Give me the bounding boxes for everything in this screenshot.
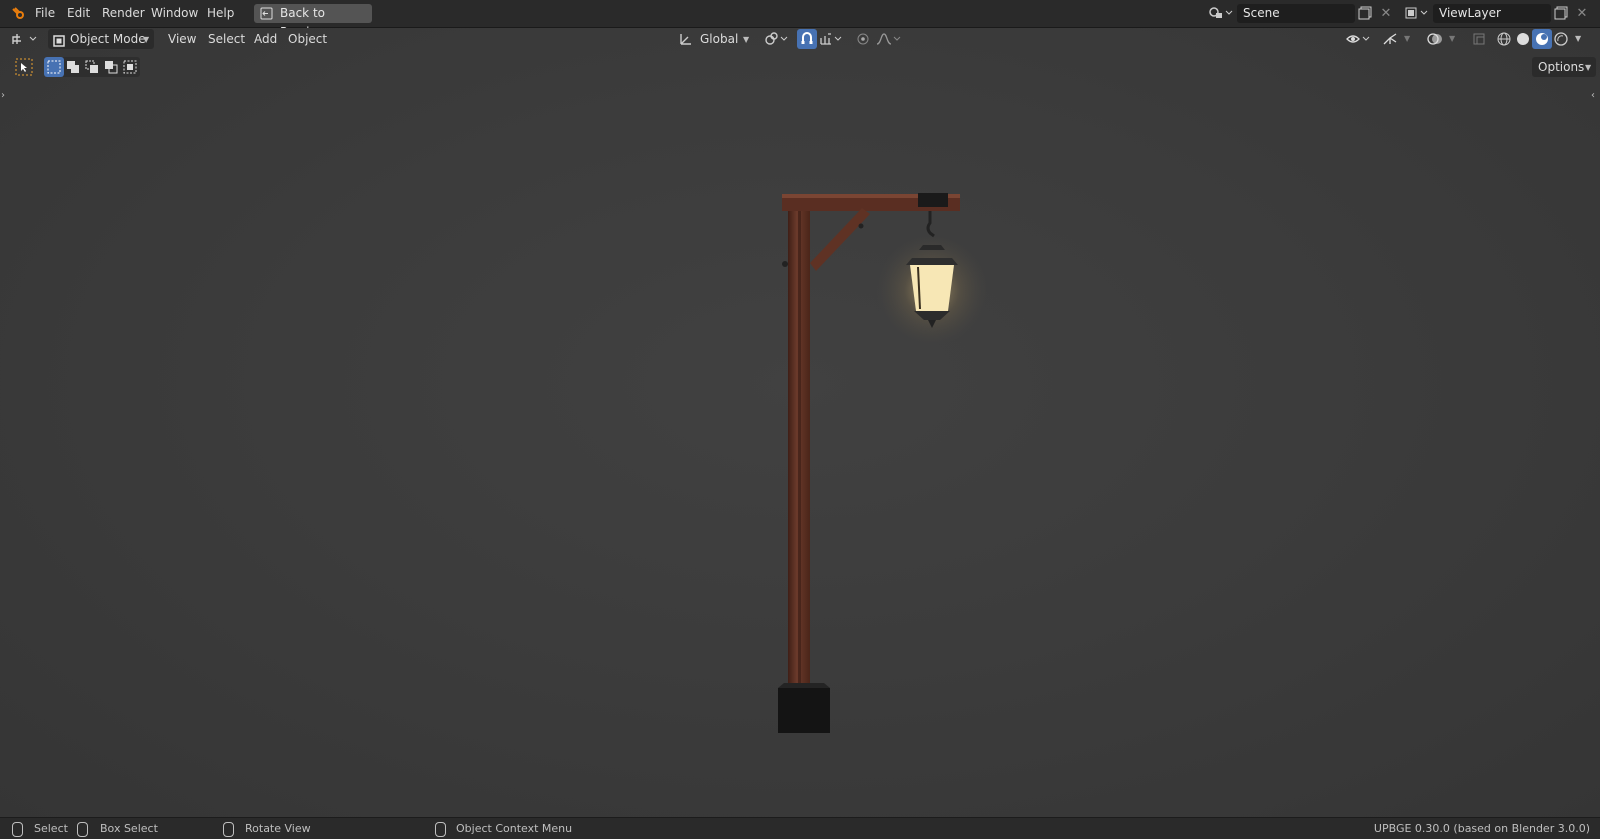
transform-orientation-label: Global [700, 32, 739, 46]
status-box-select: Box Select [100, 822, 158, 835]
left-mouse-drag-icon [77, 822, 88, 837]
menu-object[interactable]: Object [288, 29, 327, 49]
intersect-selection-icon[interactable] [120, 57, 140, 77]
right-mouse-icon [435, 822, 446, 837]
chevron-down-icon: ▼ [743, 35, 750, 44]
status-rotate-view: Rotate View [245, 822, 311, 835]
invert-selection-icon[interactable] [101, 57, 121, 77]
proportional-editing-icon[interactable] [853, 29, 873, 49]
snap-toggle-icon[interactable] [797, 29, 817, 49]
middle-mouse-icon [223, 822, 234, 837]
top-bar: File Edit Render Window Help Back to Pre… [0, 0, 1600, 39]
rendered-shading-icon[interactable] [1551, 29, 1571, 49]
subtract-selection-icon[interactable] [82, 57, 102, 77]
material-preview-shading-icon[interactable] [1532, 29, 1552, 49]
transform-orientation-dropdown[interactable]: Global ▼ [676, 29, 754, 49]
select-box-tool-icon[interactable] [14, 57, 34, 77]
3d-viewport[interactable]: Object Mode ▼ View Select Add Object Glo… [0, 28, 1600, 817]
set-new-selection-icon[interactable] [44, 57, 64, 77]
pivot-point-button[interactable] [763, 29, 791, 49]
snap-target-button[interactable] [818, 29, 846, 49]
xray-icon[interactable] [1469, 29, 1489, 49]
solid-shading-icon[interactable] [1513, 29, 1533, 49]
scene-name: Scene [1243, 6, 1280, 20]
status-select: Select [34, 822, 68, 835]
chevron-down-icon[interactable]: ▼ [1449, 34, 1455, 43]
menu-add[interactable]: Add [254, 29, 277, 49]
axis-orientation-icon [679, 32, 693, 52]
version-info: UPBGE 0.30.0 (based on Blender 3.0.0) [1373, 822, 1590, 835]
scene-name-field[interactable]: Scene [1237, 4, 1355, 23]
menu-render[interactable]: Render [102, 0, 145, 27]
sidebar-expand-arrow-icon[interactable]: ‹ [1591, 90, 1595, 101]
view-layer-browse-button[interactable] [1403, 3, 1433, 23]
menu-help[interactable]: Help [207, 0, 234, 27]
new-scene-icon[interactable] [1355, 3, 1375, 23]
toolbar-expand-arrow-icon[interactable]: › [1, 90, 5, 101]
gizmo-icon[interactable] [1380, 29, 1400, 49]
back-to-previous-button[interactable]: Back to Previous [254, 4, 372, 39]
street-lamp-model[interactable] [740, 148, 1000, 748]
chevron-down-icon[interactable]: ▼ [1575, 34, 1581, 43]
left-mouse-icon [12, 822, 23, 837]
visibility-eye-button[interactable] [1345, 29, 1373, 49]
status-bar: Select Box Select Rotate View Object Con… [0, 817, 1600, 839]
view-layer-name-field[interactable]: ViewLayer [1433, 4, 1551, 23]
new-view-layer-icon[interactable] [1551, 3, 1571, 23]
options-label: Options [1538, 60, 1585, 74]
delete-view-layer-icon[interactable]: ✕ [1572, 3, 1592, 23]
editor-type-button[interactable] [10, 29, 40, 49]
menu-view[interactable]: View [168, 29, 196, 49]
menu-select[interactable]: Select [208, 29, 245, 49]
view-layer-name: ViewLayer [1439, 6, 1501, 20]
menu-window[interactable]: Window [151, 0, 198, 27]
menu-file[interactable]: File [35, 0, 55, 27]
chevron-down-icon: ▼ [1585, 63, 1592, 72]
object-mode-label: Object Mode [70, 32, 146, 46]
status-context-menu: Object Context Menu [456, 822, 573, 835]
proportional-falloff-button[interactable] [875, 29, 903, 49]
back-icon [260, 7, 273, 26]
extend-selection-icon[interactable] [63, 57, 83, 77]
delete-scene-icon[interactable]: ✕ [1376, 3, 1396, 23]
menu-edit[interactable]: Edit [67, 0, 90, 27]
object-mode-icon [53, 33, 65, 53]
chevron-down-icon: ▼ [143, 35, 150, 44]
blender-logo-icon[interactable] [8, 3, 28, 23]
object-mode-dropdown[interactable]: Object Mode ▼ [48, 29, 154, 49]
wireframe-shading-icon[interactable] [1494, 29, 1514, 49]
overlays-icon[interactable] [1425, 29, 1445, 49]
chevron-down-icon[interactable]: ▼ [1404, 34, 1410, 43]
options-dropdown[interactable]: Options ▼ [1532, 57, 1596, 77]
scene-browse-button[interactable] [1206, 3, 1236, 23]
